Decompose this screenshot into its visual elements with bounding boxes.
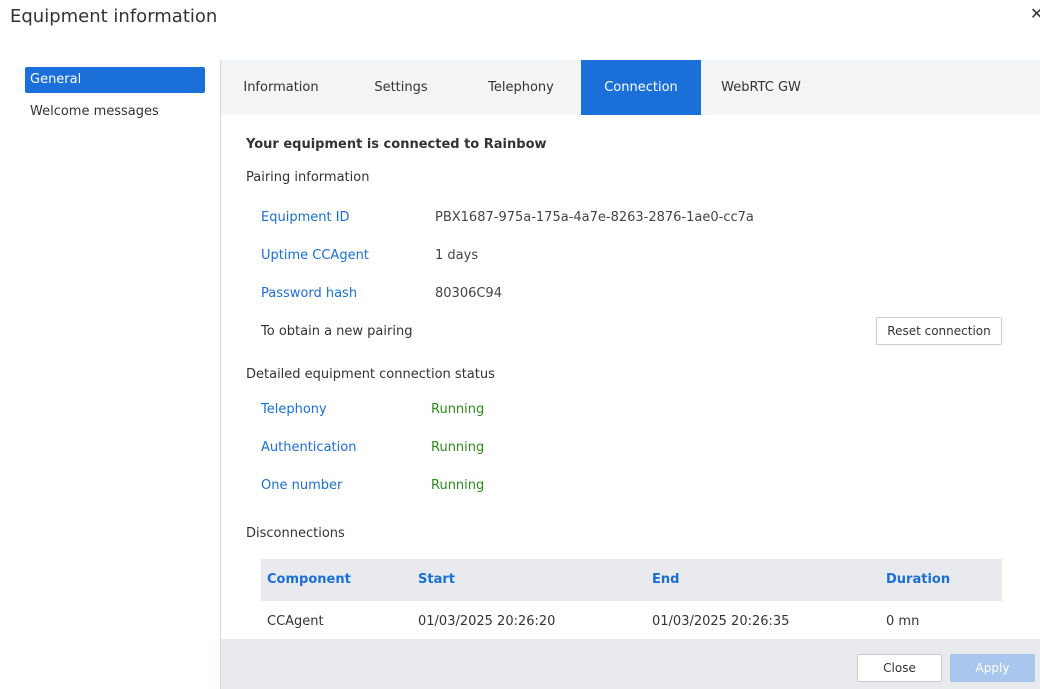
one-number-status-value: Running <box>431 478 485 493</box>
sidebar-item-general[interactable]: General <box>25 67 205 93</box>
status-heading: Detailed equipment connection status <box>246 367 495 382</box>
reset-connection-button[interactable]: Reset connection <box>876 317 1002 345</box>
disconnections-table: Component Start End Duration CCAgent 01/… <box>261 559 1002 639</box>
one-number-status-label: One number <box>261 478 343 493</box>
telephony-status-label: Telephony <box>261 402 327 417</box>
equipment-id-label: Equipment ID <box>261 210 350 225</box>
tab-connection[interactable]: Connection <box>581 60 701 115</box>
tab-telephony[interactable]: Telephony <box>461 60 581 115</box>
dialog-title: Equipment information <box>10 6 218 27</box>
password-hash-label: Password hash <box>261 286 358 301</box>
sidebar-item-welcome-messages[interactable]: Welcome messages <box>25 99 205 125</box>
cell-duration: 0 mn <box>886 614 920 629</box>
column-header-duration[interactable]: Duration <box>886 559 950 601</box>
new-pairing-label: To obtain a new pairing <box>261 324 413 339</box>
telephony-status-value: Running <box>431 402 485 417</box>
dialog-footer: Close Apply <box>221 639 1040 689</box>
column-header-end[interactable]: End <box>652 559 679 601</box>
password-hash-value: 80306C94 <box>435 286 502 301</box>
cell-start: 01/03/2025 20:26:20 <box>418 614 556 629</box>
uptime-value: 1 days <box>435 248 479 263</box>
tab-bar: Information Settings Telephony Connectio… <box>221 60 1040 115</box>
cell-end: 01/03/2025 20:26:35 <box>652 614 790 629</box>
apply-button[interactable]: Apply <box>950 654 1035 682</box>
disconnections-heading: Disconnections <box>246 526 345 541</box>
dialog-title-bar: Equipment information ✕ <box>0 0 1040 40</box>
cell-component: CCAgent <box>267 614 324 629</box>
main-panel: Information Settings Telephony Connectio… <box>220 60 1040 689</box>
tab-webrtc-gw[interactable]: WebRTC GW <box>701 60 821 115</box>
connection-content: Your equipment is connected to Rainbow P… <box>221 115 1040 639</box>
close-button[interactable]: Close <box>857 654 942 682</box>
authentication-status-value: Running <box>431 440 485 455</box>
tab-information[interactable]: Information <box>221 60 341 115</box>
table-row: CCAgent 01/03/2025 20:26:20 01/03/2025 2… <box>261 601 1002 639</box>
authentication-status-label: Authentication <box>261 440 357 455</box>
tab-settings[interactable]: Settings <box>341 60 461 115</box>
connection-status-title: Your equipment is connected to Rainbow <box>246 137 547 152</box>
close-icon[interactable]: ✕ <box>1030 4 1040 23</box>
sidebar: General Welcome messages <box>0 60 220 689</box>
pairing-heading: Pairing information <box>246 170 370 185</box>
column-header-component[interactable]: Component <box>267 559 351 601</box>
table-header: Component Start End Duration <box>261 559 1002 601</box>
column-header-start[interactable]: Start <box>418 559 455 601</box>
equipment-id-value: PBX1687-975a-175a-4a7e-8263-2876-1ae0-cc… <box>435 210 754 225</box>
uptime-label: Uptime CCAgent <box>261 248 369 263</box>
